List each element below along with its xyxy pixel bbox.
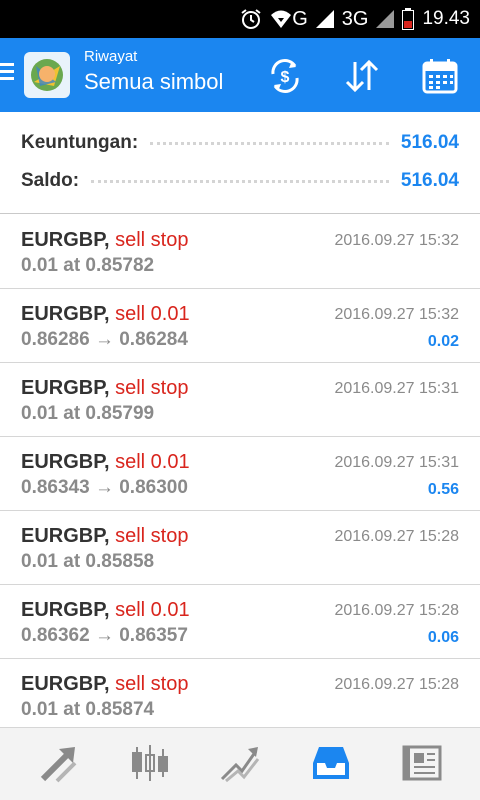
svg-text:$: $ — [281, 69, 290, 86]
symbol: EURGBP, — [21, 673, 110, 695]
order-type: sell 0.01 — [115, 599, 190, 621]
order-profit: 0.06 — [427, 629, 459, 646]
profit-label: Keuntungan: — [21, 132, 139, 153]
profit-row: Keuntungan: 516.04 — [21, 128, 459, 158]
header-title[interactable]: Semua simbol — [84, 69, 223, 95]
order-detail: 0.86343 → 0.86300 — [21, 477, 188, 498]
order-type: sell stop — [115, 377, 189, 399]
order-type: sell stop — [115, 229, 189, 251]
balance-label: Saldo: — [21, 170, 80, 191]
symbol: EURGBP, — [21, 525, 110, 547]
history-list: EURGBP, sell stop 0.01 at 0.85782 2016.0… — [0, 215, 480, 733]
dotted-leader — [91, 179, 389, 183]
order-type: sell 0.01 — [115, 303, 190, 325]
wifi-signal-icon — [271, 10, 292, 28]
order-detail: 0.86286 → 0.86284 — [21, 329, 188, 350]
order-detail: 0.01 at 0.85799 — [21, 403, 155, 424]
order-profit: 0.02 — [427, 333, 459, 350]
order-detail: 0.01 at 0.85782 — [21, 255, 155, 276]
header-subtitle: Riwayat — [84, 48, 138, 65]
order-type: sell stop — [115, 673, 189, 695]
balance-row: Saldo: 516.04 — [21, 166, 459, 196]
order-time: 2016.09.27 15:31 — [334, 454, 459, 471]
history-row[interactable]: EURGBP, sell stop 0.01 at 0.85858 2016.0… — [0, 511, 480, 585]
balance-value: 516.04 — [400, 170, 459, 191]
quotes-icon[interactable] — [34, 740, 84, 786]
network-type: G — [292, 7, 308, 30]
history-row[interactable]: EURGBP, sell stop 0.01 at 0.85799 2016.0… — [0, 363, 480, 437]
calendar-icon[interactable] — [418, 54, 462, 98]
history-row[interactable]: EURGBP, sell 0.01 0.86286 → 0.86284 2016… — [0, 289, 480, 363]
order-detail: 0.01 at 0.85874 — [21, 699, 155, 720]
symbol: EURGBP, — [21, 229, 110, 251]
history-row[interactable]: EURGBP, sell 0.01 0.86362 → 0.86357 2016… — [0, 585, 480, 659]
signal-icon-2 — [376, 10, 395, 28]
order-time: 2016.09.27 15:28 — [334, 602, 459, 619]
exchange-icon[interactable]: $ — [263, 54, 307, 98]
order-time: 2016.09.27 15:28 — [334, 528, 459, 545]
symbol: EURGBP, — [21, 451, 110, 473]
order-type: sell stop — [115, 525, 189, 547]
menu-icon[interactable] — [0, 63, 14, 84]
history-row[interactable]: EURGBP, sell 0.01 0.86343 → 0.86300 2016… — [0, 437, 480, 511]
trade-icon[interactable] — [215, 740, 265, 786]
order-time: 2016.09.27 15:31 — [334, 380, 459, 397]
app-bar: Riwayat Semua simbol $ — [0, 38, 480, 112]
news-icon[interactable] — [397, 740, 447, 786]
bottom-nav — [0, 727, 480, 800]
order-time: 2016.09.27 15:32 — [334, 232, 459, 249]
history-row[interactable]: EURGBP, sell stop 0.01 at 0.85782 2016.0… — [0, 215, 480, 289]
app-logo-icon[interactable] — [24, 52, 70, 98]
network-type-2: 3G — [341, 7, 369, 30]
order-time: 2016.09.27 15:32 — [334, 306, 459, 323]
status-bar: G 3G 19.43 — [0, 0, 480, 38]
chart-icon[interactable] — [125, 740, 175, 786]
symbol: EURGBP, — [21, 377, 110, 399]
profit-value: 516.04 — [400, 132, 459, 153]
order-detail: 0.01 at 0.85858 — [21, 551, 155, 572]
battery-icon — [402, 8, 415, 30]
order-profit: 0.56 — [427, 481, 459, 498]
history-row[interactable]: EURGBP, sell stop 0.01 at 0.85874 2016.0… — [0, 659, 480, 733]
account-summary: Keuntungan: 516.04 Saldo: 516.04 — [0, 112, 480, 214]
sort-icon[interactable] — [340, 54, 384, 98]
symbol: EURGBP, — [21, 599, 110, 621]
dotted-leader — [150, 141, 389, 145]
signal-icon — [315, 10, 334, 28]
symbol: EURGBP, — [21, 303, 110, 325]
order-time: 2016.09.27 15:28 — [334, 676, 459, 693]
status-time: 19.43 — [422, 8, 470, 29]
order-type: sell 0.01 — [115, 451, 190, 473]
order-detail: 0.86362 → 0.86357 — [21, 625, 188, 646]
history-icon[interactable] — [306, 740, 356, 786]
alarm-icon — [241, 9, 261, 29]
